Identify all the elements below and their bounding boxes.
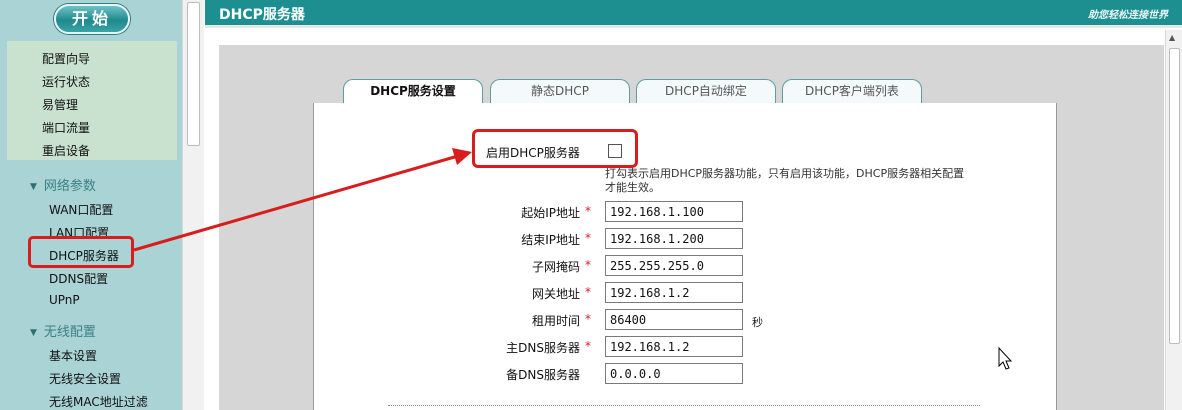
tab-dhcp-settings[interactable]: DHCP服务设置 [343,79,483,105]
enable-dhcp-label: 启用DHCP服务器 [486,146,580,160]
tab-dhcp-auto-bind[interactable]: DHCP自动绑定 [636,79,776,104]
lease-time-label: 租用时间 [531,314,580,328]
nav-section-wireless[interactable]: ▼ 无线配置 [30,321,96,340]
gateway-label: 网关地址 [531,287,580,301]
highlight-box-nav [28,236,134,268]
secondary-dns-label: 备DNS服务器 [506,368,580,382]
tab-dhcp-client-list[interactable]: DHCP客户端列表 [782,79,922,104]
brand-slogan: 助您轻松连接世界 [1088,10,1168,21]
required-mark: * [585,204,591,218]
nav-section-network[interactable]: ▼ 网络参数 [30,175,96,194]
triangle-down-icon: ▼ [30,328,37,338]
start-button[interactable]: 开始 [54,4,130,34]
lease-time-input[interactable] [605,309,743,330]
start-ip-input[interactable] [605,201,743,222]
start-ip-label: 起始IP地址 [521,206,580,220]
nav-item-port-traffic[interactable]: 端口流量 [42,119,90,136]
sidebar-scrollbar[interactable] [182,0,204,410]
end-ip-label: 结束IP地址 [521,233,580,247]
nav-item-wireless-basic[interactable]: 基本设置 [49,347,97,364]
enable-dhcp-checkbox[interactable] [608,144,622,158]
nav-item-reboot[interactable]: 重启设备 [42,142,90,159]
lease-unit-label: 秒 [752,316,763,329]
required-mark: * [585,258,591,272]
required-mark: * [585,285,591,299]
nav-item-ddns[interactable]: DDNS配置 [49,270,108,287]
required-mark: * [585,339,591,353]
page-title: DHCP服务器 [219,7,305,23]
required-mark: * [585,312,591,326]
triangle-down-icon: ▼ [30,182,37,192]
required-mark: * [585,231,591,245]
header-divider [205,25,1182,28]
subnet-mask-input[interactable] [605,255,743,276]
subnet-mask-label: 子网掩码 [531,260,580,274]
nav-item-upnp[interactable]: UPnP [49,293,80,307]
gateway-input[interactable] [605,282,743,303]
page-header: DHCP服务器 助您轻松连接世界 [205,0,1182,25]
scroll-up-icon[interactable]: ▲ [1169,33,1175,42]
scrollbar-thumb[interactable] [1169,48,1180,344]
tab-static-dhcp[interactable]: 静态DHCP [490,79,630,104]
nav-item-wireless-security[interactable]: 无线安全设置 [49,370,121,387]
main-scrollbar[interactable]: ▲ [1165,30,1182,410]
nav-item-status[interactable]: 运行状态 [42,73,90,90]
end-ip-input[interactable] [605,228,743,249]
dotted-divider [388,405,980,406]
primary-dns-label: 主DNS服务器 [506,341,580,355]
primary-dns-input[interactable] [605,336,743,357]
scrollbar-thumb[interactable] [187,2,200,146]
nav-item-wan[interactable]: WAN口配置 [49,201,113,218]
nav-item-easy-manage[interactable]: 易管理 [42,96,78,113]
nav-item-setup-wizard[interactable]: 配置向导 [42,50,90,67]
nav-item-wireless-mac-filter[interactable]: 无线MAC地址过滤 [49,393,148,410]
secondary-dns-input[interactable] [605,363,743,384]
quick-menu [7,41,177,160]
sidebar-nav: 开始 配置向导 运行状态 易管理 端口流量 重启设备 ▼ 网络参数 WAN口配置 … [0,0,182,410]
enable-hint-text: 打勾表示启用DHCP服务器功能，只有启用该功能，DHCP服务器相关配置才能生效。 [605,167,965,194]
